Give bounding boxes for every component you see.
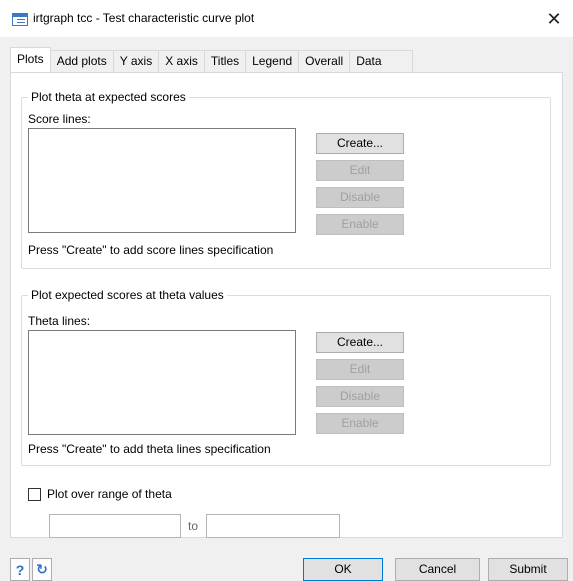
tab-legend[interactable]: Legend [245, 50, 300, 72]
theta-edit-button[interactable]: Edit [316, 359, 404, 380]
theta-lines-label: Theta lines: [28, 314, 91, 328]
dialog-app-icon [12, 13, 28, 26]
theta-lines-hint: Press "Create" to add theta lines specif… [28, 442, 271, 456]
tab-strip: Plots Add plots Y axis X axis Titles Leg… [10, 47, 413, 72]
score-disable-button[interactable]: Disable [316, 187, 404, 208]
plot-range-checkbox[interactable] [28, 488, 41, 501]
score-lines-label: Score lines: [28, 112, 91, 126]
score-lines-group: Plot theta at expected scores Score line… [21, 90, 551, 269]
theta-enable-button[interactable]: Enable [316, 413, 404, 434]
tab-y-axis[interactable]: Y axis [112, 50, 160, 72]
help-icon: ? [15, 561, 25, 578]
ok-button[interactable]: OK [303, 558, 383, 581]
tab-plots[interactable]: Plots [10, 47, 51, 72]
range-from-input[interactable] [49, 514, 181, 538]
reset-icon: ↻ [36, 561, 48, 577]
window-title: irtgraph tcc - Test characteristic curve… [33, 11, 255, 25]
score-create-button[interactable]: Create... [316, 133, 404, 154]
theta-lines-group: Plot expected scores at theta values The… [21, 288, 551, 466]
range-to-label: to [188, 519, 199, 533]
title-bar: irtgraph tcc - Test characteristic curve… [0, 0, 573, 38]
tab-x-axis[interactable]: X axis [158, 50, 205, 72]
tab-overall[interactable]: Overall [298, 50, 351, 72]
cancel-button[interactable]: Cancel [395, 558, 480, 581]
score-edit-button[interactable]: Edit [316, 160, 404, 181]
submit-button[interactable]: Submit [488, 558, 568, 581]
theta-lines-listbox[interactable] [28, 330, 296, 435]
theta-create-button[interactable]: Create... [316, 332, 404, 353]
theta-group-legend: Plot expected scores at theta values [28, 288, 227, 302]
score-group-legend: Plot theta at expected scores [28, 90, 189, 104]
score-enable-button[interactable]: Enable [316, 214, 404, 235]
plot-range-label: Plot over range of theta [47, 487, 172, 501]
tab-titles[interactable]: Titles [203, 50, 247, 72]
tab-data[interactable]: Data [349, 50, 413, 72]
range-to-input[interactable] [206, 514, 340, 538]
plots-tab-panel: Plot theta at expected scores Score line… [10, 72, 563, 538]
reset-button[interactable]: ↻ [32, 558, 52, 581]
score-lines-hint: Press "Create" to add score lines specif… [28, 243, 274, 257]
close-button[interactable]: ✕ [540, 6, 568, 32]
score-lines-listbox[interactable] [28, 128, 296, 233]
help-button[interactable]: ? [10, 558, 30, 581]
theta-disable-button[interactable]: Disable [316, 386, 404, 407]
tab-add-plots[interactable]: Add plots [49, 50, 114, 72]
